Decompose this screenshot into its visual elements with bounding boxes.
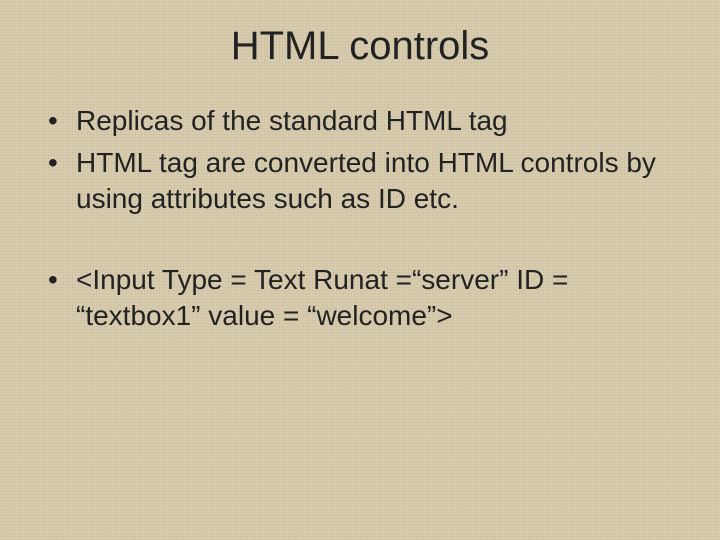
slide: HTML controls Replicas of the standard H…	[0, 0, 720, 540]
bullet-list-1: Replicas of the standard HTML tag HTML t…	[40, 103, 680, 216]
slide-title: HTML controls	[40, 24, 680, 69]
bullet-item: Replicas of the standard HTML tag	[40, 103, 680, 139]
bullet-list-2: <Input Type = Text Runat =“server” ID = …	[40, 262, 680, 334]
bullet-item: HTML tag are converted into HTML control…	[40, 145, 680, 217]
bullet-item: <Input Type = Text Runat =“server” ID = …	[40, 262, 680, 334]
spacer	[40, 222, 680, 262]
